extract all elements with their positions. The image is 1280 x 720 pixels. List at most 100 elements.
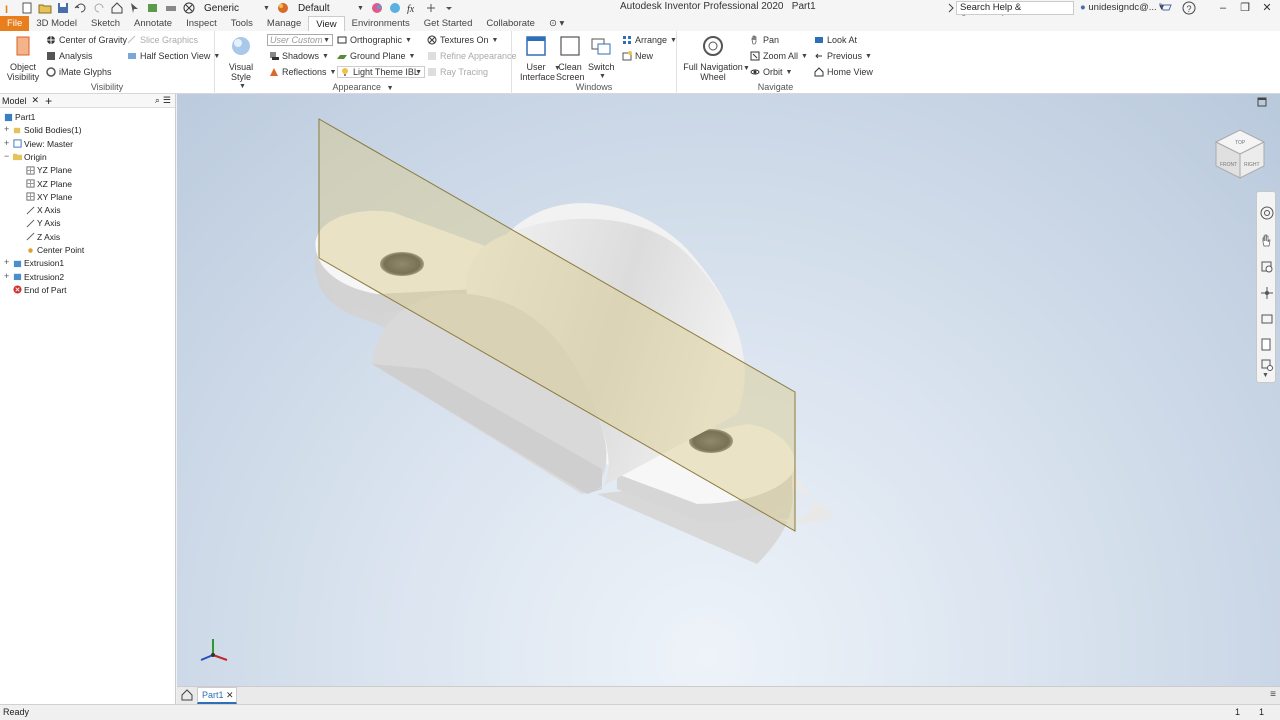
close-icon[interactable]: ✕ xyxy=(32,95,40,106)
tree-node[interactable]: XY Plane xyxy=(26,192,72,202)
print-icon[interactable] xyxy=(164,2,178,14)
new-file-icon[interactable] xyxy=(20,2,34,14)
appearance-select[interactable]: Generic ▼ xyxy=(202,2,270,15)
center-of-gravity-button[interactable]: Center of Gravity xyxy=(46,35,127,45)
refine-appearance-button[interactable]: Refine Appearance xyxy=(427,51,517,61)
analysis-button[interactable]: Analysis xyxy=(46,51,93,61)
user-interface-button[interactable]: User Interface xyxy=(520,35,555,82)
tree-expander[interactable]: + xyxy=(4,257,9,267)
half-section-view-button[interactable]: Half Section View ▼ xyxy=(127,51,220,61)
tab-3d-model[interactable]: 3D Model xyxy=(29,16,84,31)
zoom-icon[interactable] xyxy=(1260,260,1274,274)
cart-icon[interactable] xyxy=(1158,2,1172,14)
add-icon[interactable] xyxy=(424,2,438,14)
tree-expander[interactable]: + xyxy=(4,138,9,148)
undo-icon[interactable] xyxy=(74,2,88,14)
search-input[interactable]: Search Help & Commands... xyxy=(956,1,1074,25)
maximize-viewport-icon[interactable] xyxy=(1257,97,1267,107)
add-browser-tab-icon[interactable]: + xyxy=(45,94,52,108)
restore-button[interactable]: ❐ xyxy=(1234,0,1256,16)
viewcube[interactable]: TOP FRONT RIGHT xyxy=(1212,124,1268,180)
tab-sketch[interactable]: Sketch xyxy=(84,16,127,31)
tab-get-started[interactable]: Get Started xyxy=(417,16,480,31)
zoom-all-button[interactable]: Zoom All ▼ xyxy=(750,51,808,61)
update-icon[interactable] xyxy=(146,2,160,14)
tree-node[interactable]: X Axis xyxy=(26,205,61,215)
orthographic-button[interactable]: Orthographic ▼ xyxy=(337,35,412,45)
zoom-selected-icon[interactable] xyxy=(1260,358,1274,372)
function-icon[interactable]: fx xyxy=(406,2,420,14)
orbit-button[interactable]: Orbit ▼ xyxy=(750,67,792,77)
textures-on-button[interactable]: Textures On ▼ xyxy=(427,35,498,45)
tree-node[interactable]: Center Point xyxy=(26,245,84,255)
tree-expander[interactable]: + xyxy=(4,271,9,281)
open-folder-icon[interactable] xyxy=(38,2,52,14)
ray-tracing-button[interactable]: Ray Tracing xyxy=(427,67,488,77)
graphics-viewport[interactable]: TOP FRONT RIGHT ▼ xyxy=(177,94,1280,686)
menu-icon[interactable]: ☰ xyxy=(163,95,171,106)
select-icon[interactable] xyxy=(128,2,142,14)
clean-screen-button[interactable]: Clean Screen xyxy=(556,35,585,82)
switch-button[interactable]: Switch ▼ xyxy=(588,35,615,82)
chevron-down-icon[interactable]: ▼ xyxy=(743,65,750,72)
clear-appearance-icon[interactable] xyxy=(182,2,196,14)
shadows-button[interactable]: Shadows ▼ xyxy=(269,51,329,61)
tab-environments[interactable]: Environments xyxy=(345,16,417,31)
user-account[interactable]: ● unidesigndc@... ▾ xyxy=(1080,2,1164,13)
ground-plane-button[interactable]: Ground Plane ▼ xyxy=(337,51,415,61)
zoom-window-icon[interactable] xyxy=(1260,338,1274,352)
chevron-right-icon[interactable] xyxy=(947,3,955,13)
tree-node[interactable]: YZ Plane xyxy=(26,165,72,175)
steering-wheel-icon[interactable] xyxy=(1260,206,1274,220)
home-view-button[interactable]: Home View xyxy=(814,67,873,77)
tree-expander[interactable]: + xyxy=(4,124,9,134)
material-select[interactable]: Default ▼ xyxy=(296,2,364,15)
chevron-down-icon[interactable]: ▼ xyxy=(1262,372,1269,379)
pan-icon[interactable] xyxy=(1260,234,1274,248)
new-window-button[interactable]: New xyxy=(622,51,653,61)
appearance-panel-title[interactable]: Appearance ▼ xyxy=(215,82,511,92)
orbit-icon[interactable] xyxy=(1260,286,1274,300)
customize-qat-icon[interactable] xyxy=(442,2,456,14)
tree-node[interactable]: Extrusion1 xyxy=(13,258,64,268)
tree-node[interactable]: Y Axis xyxy=(26,218,60,228)
tab-collaborate[interactable]: Collaborate xyxy=(479,16,542,31)
tree-expander[interactable]: − xyxy=(4,151,9,161)
document-tabs-menu-icon[interactable]: ≡ xyxy=(1270,689,1276,700)
tree-node[interactable]: Solid Bodies(1) xyxy=(13,125,82,135)
tree-node[interactable]: View: Master xyxy=(13,139,73,149)
tab-file[interactable]: File xyxy=(0,16,30,31)
color-override-icon[interactable] xyxy=(388,2,402,14)
tab-tools[interactable]: Tools xyxy=(224,16,260,31)
document-tab-part1[interactable]: Part1 ✕ xyxy=(197,687,237,704)
save-icon[interactable] xyxy=(56,2,70,14)
user-custom-select[interactable]: User Custom ▼ xyxy=(267,34,333,46)
reflections-button[interactable]: Reflections ▼ xyxy=(269,67,336,77)
home-icon[interactable] xyxy=(181,689,193,701)
search-icon[interactable]: ⌕ xyxy=(155,95,160,106)
tree-node[interactable]: Part1 xyxy=(4,112,35,122)
look-at-button[interactable]: Look At xyxy=(814,35,857,45)
tree-node[interactable]: End of Part xyxy=(13,285,67,295)
tab-view[interactable]: View xyxy=(308,16,345,31)
close-button[interactable]: ✕ xyxy=(1256,0,1278,16)
pan-button[interactable]: Pan xyxy=(750,35,779,45)
tab-annotate[interactable]: Annotate xyxy=(127,16,179,31)
help-icon[interactable]: ? xyxy=(1182,1,1196,15)
home-icon[interactable] xyxy=(110,2,124,14)
minimize-button[interactable]: – xyxy=(1212,0,1234,16)
inventor-logo-icon[interactable]: I xyxy=(2,2,16,14)
lighting-style-select[interactable]: Light Theme IBL ▼ xyxy=(337,66,425,78)
tree-node[interactable]: Origin xyxy=(13,152,47,162)
slice-graphics-button[interactable]: Slice Graphics xyxy=(127,35,198,45)
browser-tab-model[interactable]: Model xyxy=(2,96,27,106)
look-at-icon[interactable] xyxy=(1260,312,1274,326)
previous-view-button[interactable]: Previous ▼ xyxy=(814,51,872,61)
object-visibility-button[interactable]: Object Visibility xyxy=(4,35,42,82)
tree-node[interactable]: Extrusion2 xyxy=(13,272,64,282)
close-icon[interactable]: ✕ xyxy=(226,690,234,700)
adjust-appearance-icon[interactable] xyxy=(370,2,384,14)
ribbon-display-toggle[interactable]: ⊙ ▾ xyxy=(542,16,571,31)
tab-inspect[interactable]: Inspect xyxy=(179,16,224,31)
tree-node[interactable]: Z Axis xyxy=(26,232,60,242)
